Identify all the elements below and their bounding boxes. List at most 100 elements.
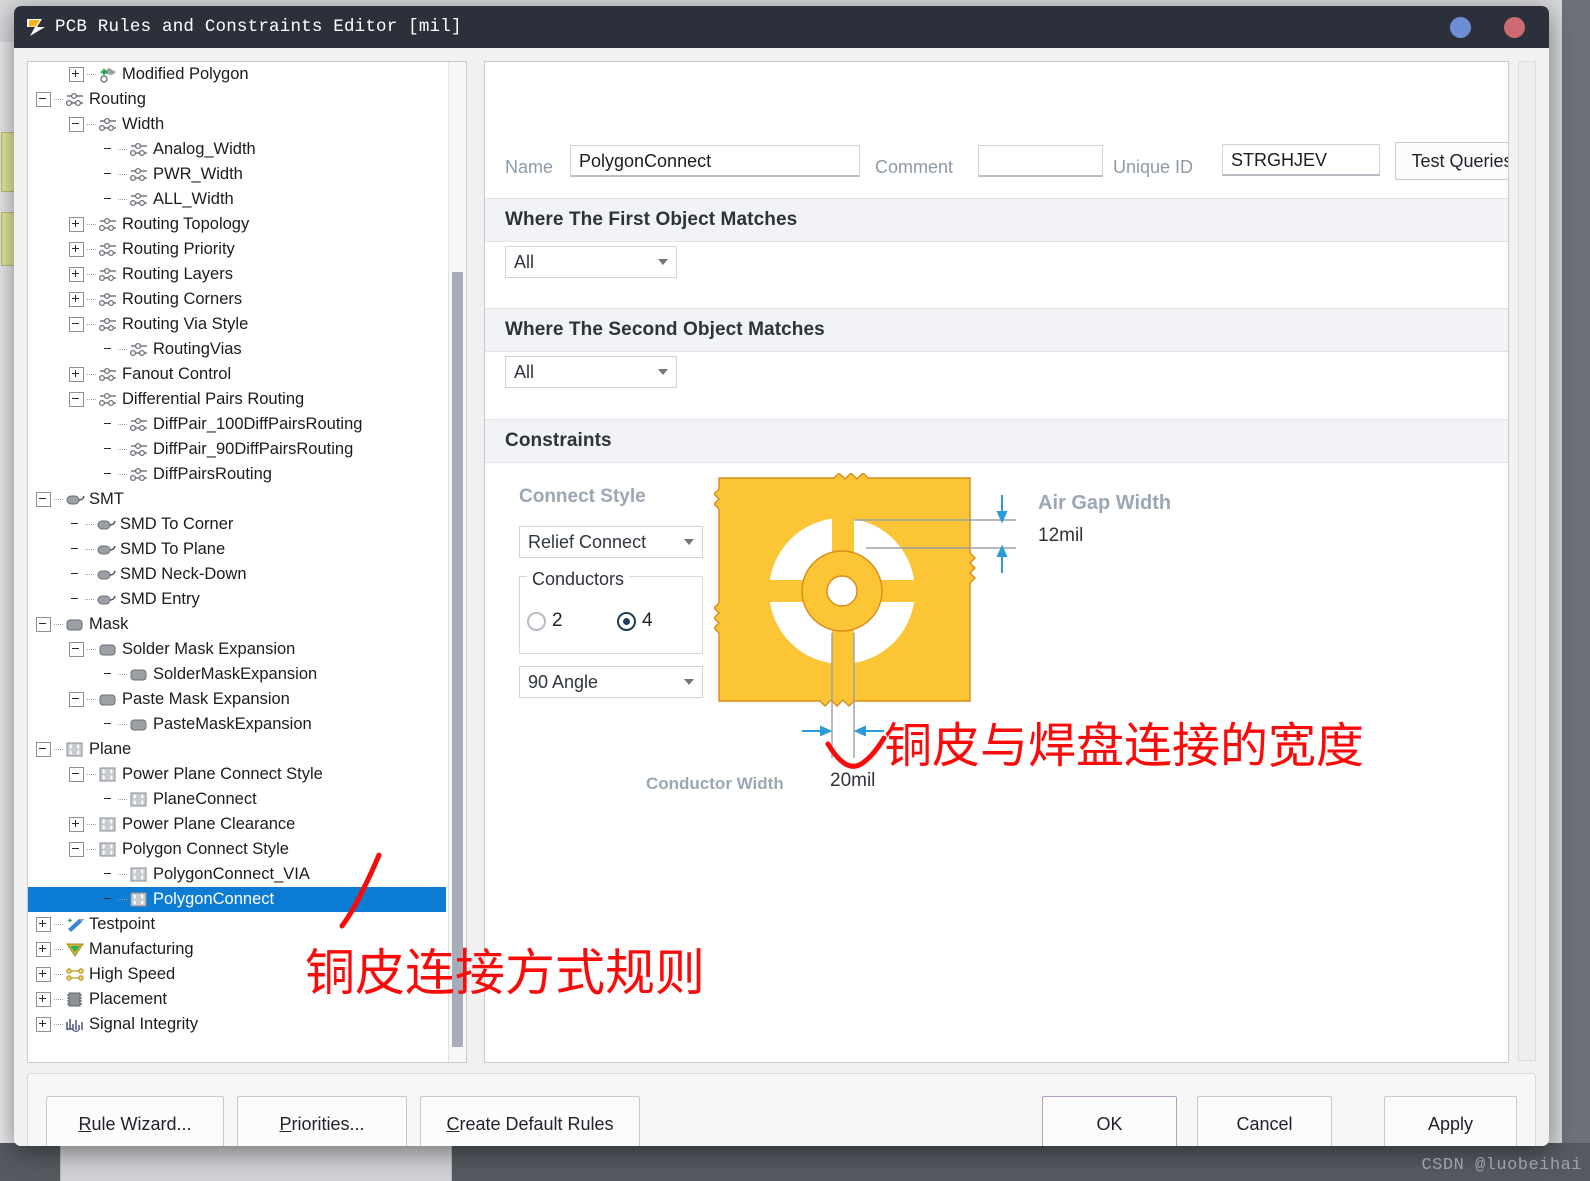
- tree-connector: [54, 923, 63, 926]
- expand-icon[interactable]: [69, 217, 84, 232]
- collapse-icon[interactable]: [69, 842, 84, 857]
- tree-scrollbar-track[interactable]: [448, 62, 466, 1062]
- rule-wizard-button[interactable]: Rule Wizard...: [46, 1096, 224, 1146]
- air-gap-width-value: 12mil: [1038, 525, 1084, 546]
- tree-item-label: Solder Mask Expansion: [122, 640, 296, 658]
- tree-item-solder-mask-expansion[interactable]: Solder Mask Expansion: [28, 637, 449, 662]
- tree-connector: [85, 548, 94, 551]
- tree-item-routing[interactable]: Routing: [28, 87, 449, 112]
- priorities-button[interactable]: Priorities...: [237, 1096, 407, 1146]
- tree-item-pwr-width[interactable]: PWR_Width: [28, 162, 449, 187]
- tree-item-polygonconnect[interactable]: PolygonConnect: [28, 887, 446, 912]
- tree-item-smt[interactable]: SMT: [28, 487, 449, 512]
- create-default-rules-button[interactable]: Create Default Rules: [420, 1096, 640, 1146]
- tree-item-routing-priority[interactable]: Routing Priority: [28, 237, 449, 262]
- tree-leaf-spacer: [69, 543, 82, 556]
- collapse-icon[interactable]: [69, 317, 84, 332]
- tree-item-routingvias[interactable]: RoutingVias: [28, 337, 449, 362]
- conductors-radio-2[interactable]: 2: [527, 610, 563, 632]
- expand-icon[interactable]: [36, 942, 51, 957]
- tree-item-all-width[interactable]: ALL_Width: [28, 187, 449, 212]
- tree-item-plane[interactable]: Plane: [28, 737, 449, 762]
- apply-button[interactable]: Apply: [1384, 1096, 1517, 1146]
- tree-connector: [118, 348, 127, 351]
- tree-item-routing-via-style[interactable]: Routing Via Style: [28, 312, 449, 337]
- tree-item-power-plane-connect-style[interactable]: Power Plane Connect Style: [28, 762, 449, 787]
- tree-connector: [118, 448, 127, 451]
- tree-item-label: SMD Neck-Down: [120, 565, 247, 583]
- tree-item-smd-neck-down[interactable]: SMD Neck-Down: [28, 562, 449, 587]
- tree-item-label: Modified Polygon: [122, 65, 249, 83]
- tree-item-label: PolygonConnect_VIA: [153, 865, 310, 883]
- second-object-scope-select[interactable]: All: [505, 356, 677, 388]
- first-object-scope-select[interactable]: All: [505, 246, 677, 278]
- tree-item-soldermaskexpansion[interactable]: SolderMaskExpansion: [28, 662, 449, 687]
- tree-item-routing-topology[interactable]: Routing Topology: [28, 212, 449, 237]
- unique-id-label: Unique ID: [1113, 157, 1194, 177]
- tree-item-pastemaskexpansion[interactable]: PasteMaskExpansion: [28, 712, 449, 737]
- ok-button[interactable]: OK: [1042, 1096, 1177, 1146]
- expand-icon[interactable]: [36, 967, 51, 982]
- tree-item-routing-corners[interactable]: Routing Corners: [28, 287, 449, 312]
- tree-item-power-plane-clearance[interactable]: Power Plane Clearance: [28, 812, 449, 837]
- angle-select[interactable]: 90 Angle: [519, 666, 703, 698]
- collapse-icon[interactable]: [69, 767, 84, 782]
- tree-item-mask[interactable]: Mask: [28, 612, 449, 637]
- collapse-icon[interactable]: [69, 117, 84, 132]
- tree-item-diffpairsrouting[interactable]: DiffPairsRouting: [28, 462, 449, 487]
- expand-icon[interactable]: [69, 67, 84, 82]
- collapse-icon[interactable]: [36, 92, 51, 107]
- collapse-icon[interactable]: [69, 642, 84, 657]
- minimize-dot-icon[interactable]: [1450, 17, 1471, 38]
- tree-item-diffpair-100diffpairsrouting[interactable]: DiffPair_100DiffPairsRouting: [28, 412, 449, 437]
- plane-icon: [66, 742, 83, 757]
- tree-item-polygonconnect-via[interactable]: PolygonConnect_VIA: [28, 862, 449, 887]
- comment-input[interactable]: [978, 145, 1103, 177]
- tree-connector: [118, 873, 127, 876]
- expand-icon[interactable]: [69, 817, 84, 832]
- tree-item-label: Routing Topology: [122, 215, 250, 233]
- cancel-button[interactable]: Cancel: [1197, 1096, 1332, 1146]
- tree-item-smd-to-corner[interactable]: SMD To Corner: [28, 512, 449, 537]
- name-input[interactable]: [570, 145, 860, 177]
- expand-icon[interactable]: [36, 1017, 51, 1032]
- collapse-icon[interactable]: [36, 617, 51, 632]
- tree-item-width[interactable]: Width: [28, 112, 449, 137]
- routing-icon: [65, 92, 83, 107]
- tree-connector: [87, 648, 96, 651]
- tree-item-smd-entry[interactable]: SMD Entry: [28, 587, 449, 612]
- expand-icon[interactable]: [36, 992, 51, 1007]
- tree-item-label: Testpoint: [89, 915, 156, 933]
- background-right-strip: [1562, 0, 1590, 1181]
- tree-item-paste-mask-expansion[interactable]: Paste Mask Expansion: [28, 687, 449, 712]
- connect-style-select[interactable]: Relief Connect: [519, 526, 703, 558]
- expand-icon[interactable]: [69, 367, 84, 382]
- tree-item-polygon-connect-style[interactable]: Polygon Connect Style: [28, 837, 449, 862]
- collapse-icon[interactable]: [36, 492, 51, 507]
- tree-item-modified-polygon[interactable]: Modified Polygon: [28, 62, 449, 87]
- tree-item-routing-layers[interactable]: Routing Layers: [28, 262, 449, 287]
- tree-item-diffpair-90diffpairsrouting[interactable]: DiffPair_90DiffPairsRouting: [28, 437, 449, 462]
- expand-icon[interactable]: [69, 242, 84, 257]
- tree-item-differential-pairs-routing[interactable]: Differential Pairs Routing: [28, 387, 449, 412]
- expand-icon[interactable]: [69, 267, 84, 282]
- tree-item-analog-width[interactable]: Analog_Width: [28, 137, 449, 162]
- tree-item-planeconnect[interactable]: PlaneConnect: [28, 787, 449, 812]
- collapse-icon[interactable]: [69, 392, 84, 407]
- rules-tree[interactable]: Modified Polygon Routing Width Analog_Width…: [28, 62, 449, 1037]
- expand-icon[interactable]: [69, 292, 84, 307]
- test-queries-button[interactable]: Test Queries: [1395, 142, 1508, 180]
- collapse-icon[interactable]: [36, 742, 51, 757]
- conductors-radio-4[interactable]: 4: [617, 610, 653, 632]
- tree-item-label: DiffPairsRouting: [153, 465, 272, 483]
- expand-icon[interactable]: [36, 917, 51, 932]
- tree-item-fanout-control[interactable]: Fanout Control: [28, 362, 449, 387]
- right-panel-scrollbar[interactable]: [1518, 61, 1536, 1061]
- unique-id-input[interactable]: [1222, 144, 1380, 176]
- tree-scrollbar-thumb[interactable]: [452, 272, 463, 1047]
- close-dot-icon[interactable]: [1504, 17, 1525, 38]
- tree-item-smd-to-plane[interactable]: SMD To Plane: [28, 537, 449, 562]
- tree-item-signal-integrity[interactable]: Signal Integrity: [28, 1012, 449, 1037]
- tree-connector: [85, 598, 94, 601]
- collapse-icon[interactable]: [69, 692, 84, 707]
